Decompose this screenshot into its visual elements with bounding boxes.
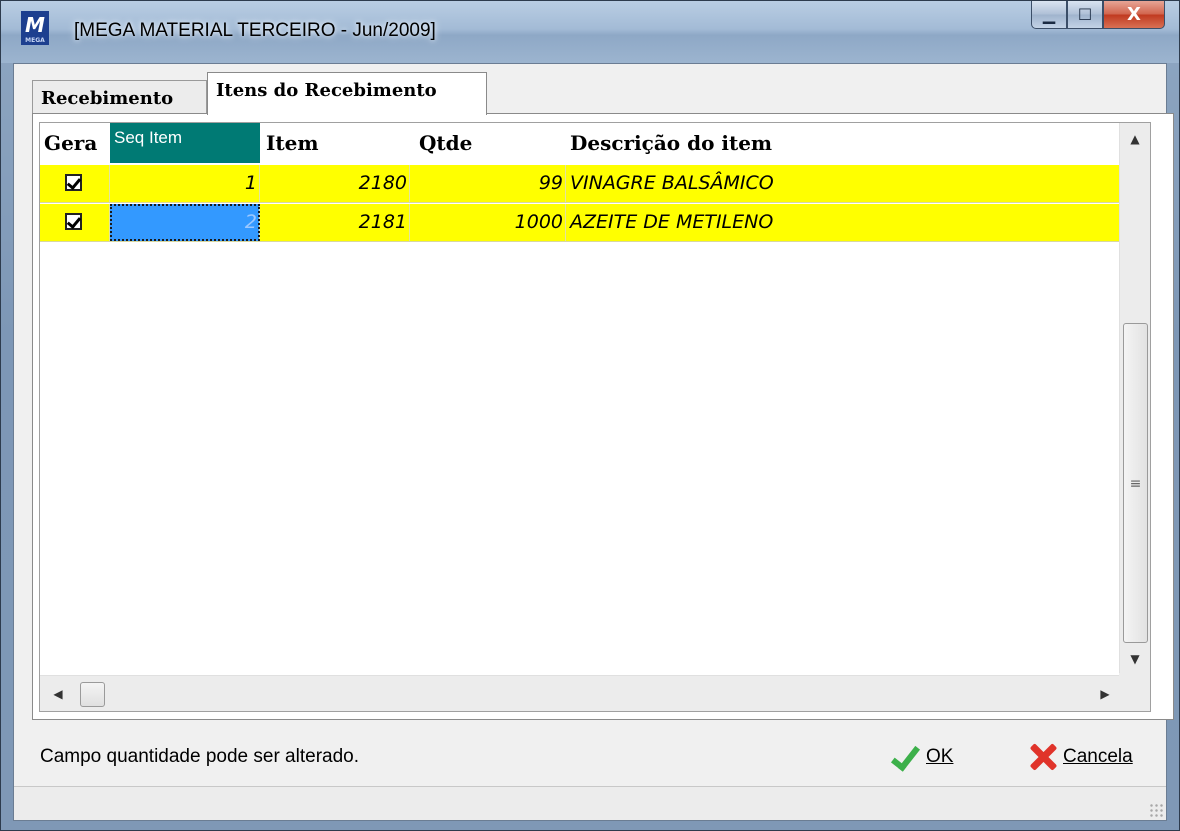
maximize-icon: ☐ — [1077, 5, 1093, 24]
column-header-item[interactable]: Item — [262, 123, 410, 163]
table-row[interactable]: 1 2180 99 VINAGRE BALSÂMICO — [40, 165, 1121, 203]
qtde-cell[interactable]: 99 — [410, 165, 566, 202]
minimize-button[interactable]: ▁ — [1031, 1, 1067, 29]
check-icon — [890, 742, 920, 772]
maximize-button[interactable]: ☐ — [1067, 1, 1103, 29]
minimize-icon: ▁ — [1042, 5, 1056, 24]
title-bar[interactable]: M MEGA [MEGA MATERIAL TERCEIRO - Jun/200… — [1, 1, 1179, 63]
vertical-scroll-thumb[interactable]: ≡ — [1123, 323, 1148, 643]
horizontal-scrollbar[interactable]: ◀ ▶ — [40, 675, 1121, 711]
cancel-label-text: Cancela — [1063, 746, 1133, 767]
scroll-right-icon[interactable]: ▶ — [1091, 676, 1119, 712]
app-icon-subtext: MEGA — [25, 37, 45, 44]
status-message: Campo quantidade pode ser alterado. — [40, 746, 360, 767]
column-header-gera[interactable]: Gera — [40, 123, 110, 163]
gera-cell[interactable] — [40, 204, 110, 241]
item-cell[interactable]: 2181 — [260, 204, 410, 241]
checkbox-icon[interactable] — [65, 174, 82, 191]
item-cell[interactable]: 2180 — [260, 165, 410, 202]
horizontal-scroll-thumb[interactable] — [80, 682, 105, 707]
descricao-cell[interactable]: VINAGRE BALSÂMICO — [566, 165, 1121, 202]
seq-item-cell-focused[interactable]: 2 — [110, 204, 260, 241]
checkbox-icon[interactable] — [65, 213, 82, 230]
column-header-seq-item[interactable]: Seq Item — [110, 123, 260, 163]
size-grip-icon[interactable] — [1149, 803, 1163, 817]
qtde-cell[interactable]: 1000 — [410, 204, 566, 241]
scrollbar-corner — [1119, 673, 1150, 711]
close-button[interactable]: X — [1103, 1, 1165, 29]
items-grid[interactable]: Gera Seq Item Item Qtde Descrição do ite… — [39, 122, 1151, 712]
tab-panel: Gera Seq Item Item Qtde Descrição do ite… — [32, 113, 1174, 720]
seq-item-cell[interactable]: 1 — [110, 165, 260, 202]
grid-header: Gera Seq Item Item Qtde Descrição do ite… — [40, 123, 1121, 163]
tab-recebimento[interactable]: Recebimento — [32, 80, 207, 115]
caption-buttons: ▁ ☐ X — [1031, 1, 1165, 33]
table-row[interactable]: 2 2181 1000 AZEITE DE METILENO — [40, 204, 1121, 242]
close-icon: X — [1127, 4, 1141, 25]
column-header-descricao[interactable]: Descrição do item — [566, 123, 966, 163]
descricao-cell[interactable]: AZEITE DE METILENO — [566, 204, 1121, 241]
scroll-left-icon[interactable]: ◀ — [44, 676, 72, 712]
cancel-label: Cancela — [1063, 746, 1133, 768]
column-header-qtde[interactable]: Qtde — [415, 123, 565, 163]
window-title: [MEGA MATERIAL TERCEIRO - Jun/2009] — [74, 20, 436, 41]
tab-itens-do-recebimento[interactable]: Itens do Recebimento — [207, 72, 487, 115]
app-icon[interactable]: M MEGA — [21, 11, 49, 45]
app-icon-letters: M — [25, 13, 45, 37]
cancel-button[interactable]: Cancela — [1029, 732, 1133, 782]
scroll-up-icon[interactable]: ▲ — [1120, 125, 1150, 153]
status-bar — [14, 786, 1166, 820]
ok-button[interactable]: OK — [890, 732, 953, 782]
grip-icon: ≡ — [1129, 476, 1142, 492]
x-icon — [1029, 743, 1057, 771]
client-area: Recebimento Itens do Recebimento Gera Se… — [13, 63, 1174, 821]
gera-cell[interactable] — [40, 165, 110, 202]
dialog-window: M MEGA [MEGA MATERIAL TERCEIRO - Jun/200… — [0, 0, 1180, 831]
ok-label: OK — [926, 746, 954, 767]
scroll-down-icon[interactable]: ▼ — [1120, 645, 1150, 673]
vertical-scrollbar[interactable]: ▲ ≡ ▼ — [1119, 123, 1150, 675]
